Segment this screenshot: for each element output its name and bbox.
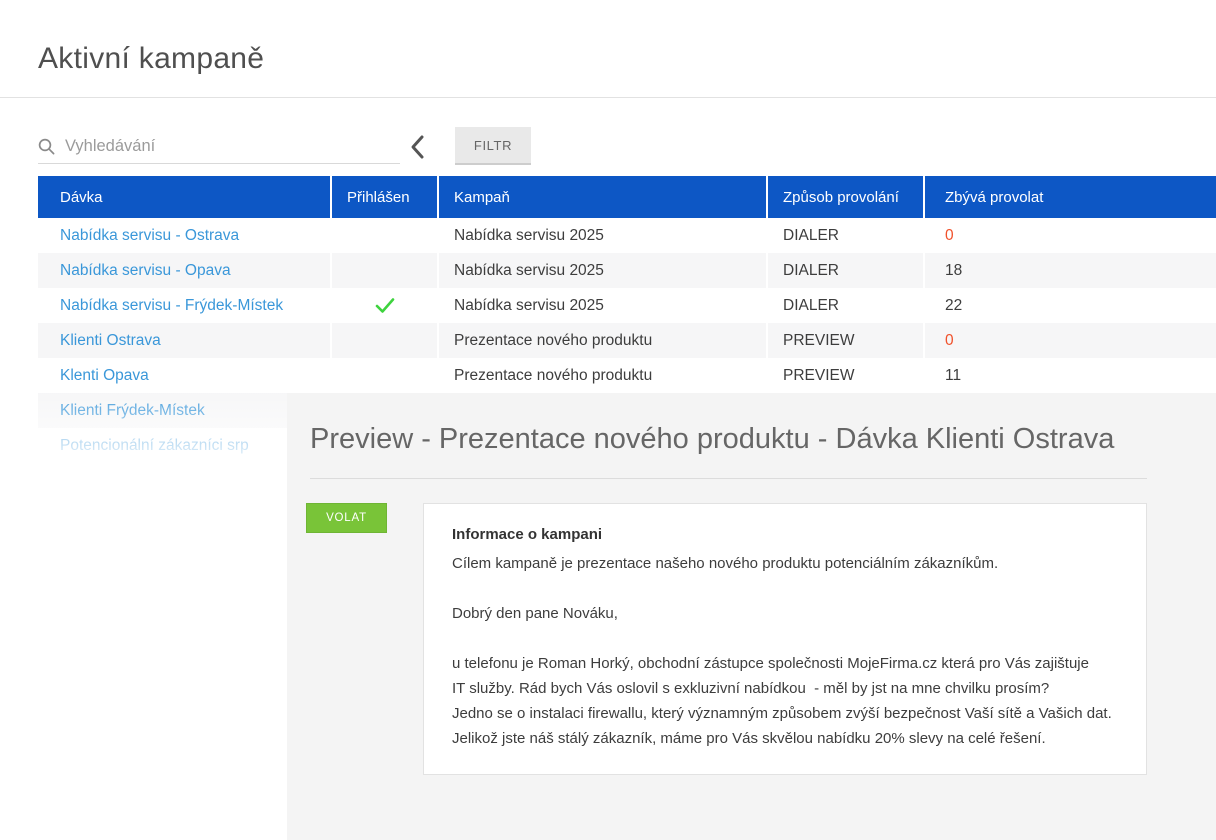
cell-davka: Nabídka servisu - Opava bbox=[38, 253, 330, 288]
cell-zbyva: 0 bbox=[923, 218, 1216, 253]
header-divider bbox=[0, 97, 1216, 98]
cell-zpusob: DIALER bbox=[766, 288, 923, 323]
cell-kampan: Nabídka servisu 2025 bbox=[437, 218, 766, 253]
campaign-info-line: Jedno se o instalaci firewallu, který vý… bbox=[452, 701, 1118, 726]
table-row: Klienti Ostrava Prezentace nového produkt… bbox=[38, 323, 1216, 358]
filter-button[interactable]: FILTR bbox=[455, 127, 531, 165]
collapse-filter-button[interactable] bbox=[403, 131, 431, 163]
cell-zpusob: PREVIEW bbox=[766, 323, 923, 358]
table-row: Nabídka servisu - Opava Nabídka servisu 2… bbox=[38, 253, 1216, 288]
cell-davka: Klenti Opava bbox=[38, 358, 330, 393]
campaign-info-line bbox=[452, 576, 1118, 601]
campaign-info-box: Informace o kampani Cílem kampaně je pre… bbox=[423, 503, 1147, 775]
column-header-zbyva[interactable]: Zbývá provolat bbox=[923, 176, 1216, 218]
campaign-info-line: Dobrý den pane Nováku, bbox=[452, 601, 1118, 626]
cell-prihlasen bbox=[330, 253, 437, 288]
cell-kampan: Prezentace nového produktu bbox=[437, 358, 766, 393]
table-row: Nabídka servisu - Frýdek-Místek Nabídka s… bbox=[38, 288, 1216, 323]
cell-prihlasen bbox=[330, 288, 437, 323]
cell-zpusob: PREVIEW bbox=[766, 358, 923, 393]
davka-link[interactable]: Klienti Frýdek-Místek bbox=[60, 402, 205, 420]
cell-zbyva: 22 bbox=[923, 288, 1216, 323]
campaign-info-line: u telefonu je Roman Horký, obchodní zást… bbox=[452, 651, 1118, 676]
cell-kampan: Nabídka servisu 2025 bbox=[437, 288, 766, 323]
check-icon bbox=[375, 297, 395, 314]
cell-kampan: Nabídka servisu 2025 bbox=[437, 253, 766, 288]
table-row: Nabídka servisu - Ostrava Nabídka servisu… bbox=[38, 218, 1216, 253]
cell-zpusob: DIALER bbox=[766, 218, 923, 253]
column-header-davka[interactable]: Dávka bbox=[38, 176, 330, 218]
search-input[interactable] bbox=[65, 137, 400, 156]
cell-prihlasen bbox=[330, 323, 437, 358]
page-title: Aktivní kampaně bbox=[38, 42, 264, 76]
campaign-info-line: IT služby. Rád bych Vás oslovil s exkluz… bbox=[452, 676, 1118, 701]
cell-zpusob: DIALER bbox=[766, 253, 923, 288]
modal-title-divider bbox=[310, 478, 1147, 479]
davka-link[interactable]: Klienti Ostrava bbox=[60, 332, 161, 350]
column-header-kampan[interactable]: Kampaň bbox=[437, 176, 766, 218]
cell-zbyva: 0 bbox=[923, 323, 1216, 358]
cell-zbyva: 18 bbox=[923, 253, 1216, 288]
campaign-info-line: Cílem kampaně je prezentace našeho novéh… bbox=[452, 551, 1118, 576]
campaign-info-heading: Informace o kampani bbox=[452, 524, 1118, 546]
cell-prihlasen bbox=[330, 358, 437, 393]
davka-link[interactable]: Nabídka servisu - Frýdek-Místek bbox=[60, 297, 283, 315]
table-row: Klenti Opava Prezentace nového produktuPR… bbox=[38, 358, 1216, 393]
cell-davka: Nabídka servisu - Frýdek-Místek bbox=[38, 288, 330, 323]
davka-link[interactable]: Potencionální zákazníci srp bbox=[60, 437, 249, 455]
chevron-left-icon bbox=[409, 134, 425, 160]
preview-modal: Preview - Prezentace nového produktu - D… bbox=[287, 393, 1216, 840]
davka-link[interactable]: Nabídka servisu - Opava bbox=[60, 262, 231, 280]
cell-davka: Klienti Ostrava bbox=[38, 323, 330, 358]
cell-zbyva: 11 bbox=[923, 358, 1216, 393]
davka-link[interactable]: Klenti Opava bbox=[60, 367, 149, 385]
cell-prihlasen bbox=[330, 218, 437, 253]
campaign-info-line bbox=[452, 626, 1118, 651]
davka-link[interactable]: Nabídka servisu - Ostrava bbox=[60, 227, 239, 245]
modal-title: Preview - Prezentace nového produktu - D… bbox=[310, 423, 1147, 456]
campaign-info-line: Jelikož jste náš stálý zákazník, máme pr… bbox=[452, 726, 1118, 751]
cell-kampan: Prezentace nového produktu bbox=[437, 323, 766, 358]
campaign-info-body: Cílem kampaně je prezentace našeho novéh… bbox=[452, 551, 1118, 751]
column-header-prihlasen[interactable]: Přihlášen bbox=[330, 176, 437, 218]
column-header-zpusob[interactable]: Způsob provolání bbox=[766, 176, 923, 218]
search-field[interactable] bbox=[38, 130, 400, 164]
call-button[interactable]: VOLAT bbox=[306, 503, 387, 533]
search-icon bbox=[38, 138, 55, 155]
table-header-row: Dávka Přihlášen Kampaň Způsob provolání … bbox=[38, 176, 1216, 218]
cell-davka: Nabídka servisu - Ostrava bbox=[38, 218, 330, 253]
